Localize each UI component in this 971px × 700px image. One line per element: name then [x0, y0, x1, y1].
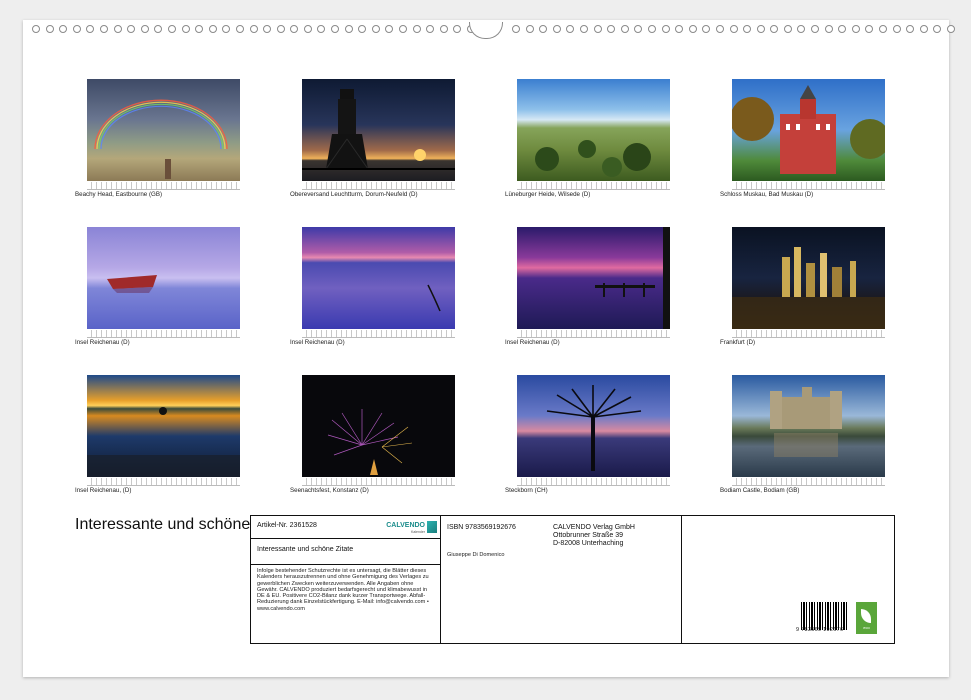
photo-castle: [732, 79, 885, 181]
thumbnail-caption: Insel Reichenau (D): [290, 339, 345, 346]
info-column-3: 9 783569 192676 eco: [682, 516, 894, 643]
thumbnail-caption: Insel Reichenau (D): [505, 339, 560, 346]
photo-jetty: [517, 227, 670, 329]
author: Giuseppe Di Domenico: [447, 552, 505, 558]
calendar-grid-strip: [517, 330, 670, 338]
month-thumbnail-5: Insel Reichenau (D): [75, 227, 240, 346]
photo-bodiam: [732, 375, 885, 477]
calendar-grid-strip: [517, 478, 670, 486]
calendar-grid-strip: [302, 478, 455, 486]
month-thumbnail-10: Seenachtsfest, Konstanz (D): [290, 375, 455, 494]
month-thumbnail-6: Insel Reichenau (D): [290, 227, 455, 346]
info-column-1: Artikel-Nr. 2361528 CALVENDO Kalender In…: [251, 516, 441, 643]
article-number: Artikel-Nr. 2361528: [257, 522, 317, 529]
eco-icon: eco: [856, 602, 877, 634]
month-thumbnail-4: Schloss Muskau, Bad Muskau (D): [720, 79, 885, 198]
barcode: [801, 602, 849, 630]
info-column-2: ISBN 9783569192676 Giuseppe Di Domenico …: [441, 516, 682, 643]
publisher-name: CALVENDO Verlag GmbH: [553, 524, 635, 531]
publisher-city: D-82008 Unterhaching: [553, 540, 624, 547]
photo-lake-violet: [302, 227, 455, 329]
month-thumbnail-2: Obereversand Leuchtturm, Dorum-Neufeld (…: [290, 79, 455, 198]
calendar-grid-strip: [732, 182, 885, 190]
thumbnail-caption: Obereversand Leuchtturm, Dorum-Neufeld (…: [290, 191, 418, 198]
thumbnail-caption: Beachy Head, Eastbourne (GB): [75, 191, 163, 198]
photo-heath: [517, 79, 670, 181]
month-thumbnail-11: Steckborn (CH): [505, 375, 670, 494]
calendar-grid-strip: [87, 330, 240, 338]
month-thumbnail-12: Bodiam Castle, Bodiam (GB): [720, 375, 885, 494]
calendar-grid-strip: [732, 330, 885, 338]
thumbnail-caption: Bodiam Castle, Bodiam (GB): [720, 487, 800, 494]
photo-lighthouse: [302, 79, 455, 181]
photo-rainbow: [87, 79, 240, 181]
legal-notice: Infolge bestehender Schutzrechte ist es …: [257, 568, 429, 612]
thumbnail-caption: Schloss Muskau, Bad Muskau (D): [720, 191, 814, 198]
photo-sunset: [87, 375, 240, 477]
calendar-grid-strip: [302, 330, 455, 338]
month-thumbnail-9: Insel Reichenau, (D): [75, 375, 240, 494]
binding-rings-left: [32, 25, 481, 37]
barcode-number: 9 783569 192676: [796, 627, 844, 633]
calendar-grid-strip: [517, 182, 670, 190]
photo-city: [732, 227, 885, 329]
calendar-grid-strip: [302, 182, 455, 190]
calendar-grid-strip: [87, 182, 240, 190]
thumbnail-caption: Seenachtsfest, Konstanz (D): [290, 487, 369, 494]
thumbnail-caption: Insel Reichenau (D): [75, 339, 130, 346]
product-info-block: Artikel-Nr. 2361528 CALVENDO Kalender In…: [250, 515, 895, 644]
photo-fireworks: [302, 375, 455, 477]
binding-rings-right: [512, 25, 961, 37]
calendar-title-small: Interessante und schöne Zitate: [257, 546, 354, 553]
month-thumbnail-1: Beachy Head, Eastbourne (GB): [75, 79, 240, 198]
calendar-grid-strip: [87, 478, 240, 486]
month-thumbnail-8: Frankfurt (D): [720, 227, 885, 346]
photo-tree: [517, 375, 670, 477]
thumbnail-caption: Steckborn (CH): [505, 487, 548, 494]
thumbnail-caption: Lüneburger Heide, Wilsede (D): [505, 191, 591, 198]
calendar-grid-strip: [732, 478, 885, 486]
isbn: ISBN 9783569192676: [447, 524, 516, 531]
thumbnail-caption: Frankfurt (D): [720, 339, 756, 346]
month-thumbnail-3: Lüneburger Heide, Wilsede (D): [505, 79, 670, 198]
month-thumbnail-7: Insel Reichenau (D): [505, 227, 670, 346]
publisher-street: Ottobrunner Straße 39: [553, 532, 624, 539]
calvendo-logo: CALVENDO Kalender: [382, 520, 437, 536]
thumbnail-caption: Insel Reichenau, (D): [75, 487, 132, 494]
photo-boat: [87, 227, 240, 329]
